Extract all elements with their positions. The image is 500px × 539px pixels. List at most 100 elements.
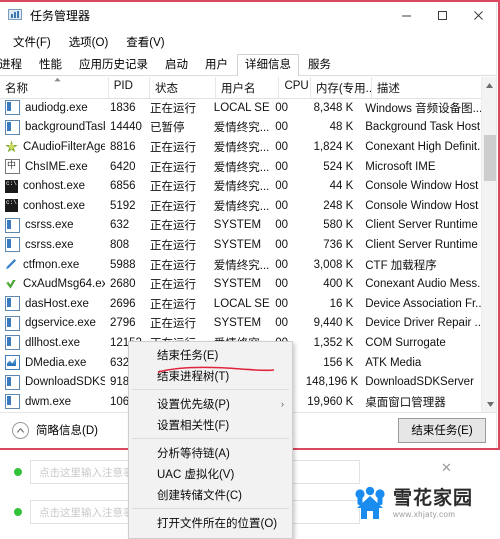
cell-memory: 524 K	[323, 160, 354, 173]
cell-status: 正在运行	[150, 259, 196, 272]
table-row[interactable]: dasHost.exe 2696 正在运行 LOCAL SE... 00 16 K Devi…	[0, 294, 481, 314]
column-header-cpu[interactable]: CPU	[279, 77, 311, 98]
cell-status: 正在运行	[150, 220, 196, 233]
cell-pid: 2796	[109, 317, 136, 330]
context-menu-item[interactable]: 在线搜索(N)	[129, 533, 292, 538]
context-menu-item[interactable]: 分析等待链(A)	[129, 442, 292, 463]
cell-cpu: 00	[275, 278, 289, 291]
cell-name: dwm.exe	[0, 394, 105, 410]
column-header-pid[interactable]: PID	[109, 77, 150, 98]
cell-name: CAudioFilterAgent...	[0, 140, 105, 153]
minimize-button[interactable]	[388, 0, 424, 31]
cell-name: dllhost.exe	[0, 335, 105, 351]
cell-description: Background Task Host	[365, 121, 481, 134]
column-header-desc[interactable]: 描述	[372, 77, 496, 98]
context-menu-item[interactable]: UAC 虚拟化(V)	[129, 463, 292, 484]
cell-name: conhost.exe	[0, 199, 105, 213]
column-header-status[interactable]: 状态	[150, 77, 216, 98]
app-icon-media	[5, 355, 20, 371]
table-row[interactable]: backgroundTaskH... 14440 已暂停 爱情终究... 00 48 K B…	[0, 118, 481, 138]
maximize-button[interactable]	[424, 0, 460, 31]
process-name: csrss.exe	[25, 219, 74, 232]
tab-4[interactable]: 用户	[197, 54, 236, 76]
process-name: dllhost.exe	[25, 336, 80, 349]
end-task-button[interactable]: 结束任务(E)	[398, 417, 486, 443]
process-name: CAudioFilterAgent...	[23, 140, 105, 153]
cell-status: 正在运行	[150, 298, 196, 311]
cell-pid: 808	[109, 238, 130, 251]
table-row[interactable]: CxAudMsg64.exe 2680 正在运行 SYSTEM 00 400 K Conex…	[0, 274, 481, 294]
context-menu-item-label: 结束进程树(T)	[157, 370, 230, 383]
column-header-user[interactable]: 用户名	[216, 77, 280, 98]
menu-options[interactable]: 选项(O)	[60, 32, 118, 52]
table-row[interactable]: csrss.exe 632 正在运行 SYSTEM 00 580 K Client Serv…	[0, 216, 481, 236]
context-menu-item[interactable]: 设置优先级(P) ›	[129, 393, 292, 414]
table-row[interactable]: audiodg.exe 1836 正在运行 LOCAL SE... 00 8,348 K W…	[0, 98, 481, 118]
table-row[interactable]: ctfmon.exe 5988 正在运行 爱情终究... 00 3,008 K CTF 加载…	[0, 255, 481, 275]
cell-name: conhost.exe	[0, 179, 105, 193]
app-icon-cmd	[5, 179, 18, 193]
table-row[interactable]: conhost.exe 6856 正在运行 爱情终究... 00 44 K Console …	[0, 176, 481, 196]
watermark-title: 雪花家园	[393, 488, 474, 509]
tab-3[interactable]: 启动	[157, 54, 196, 76]
cell-name: csrss.exe	[0, 217, 105, 233]
cell-memory: 400 K	[323, 278, 354, 291]
table-row[interactable]: csrss.exe 808 正在运行 SYSTEM 00 736 K Client Serv…	[0, 235, 481, 255]
cell-description: COM Surrogate	[365, 336, 446, 349]
vertical-scrollbar[interactable]	[481, 77, 496, 412]
cell-memory: 8,348 K	[313, 101, 354, 114]
window-controls	[388, 0, 496, 31]
tab-strip: 进程 性能 应用历史记录 启动 用户 详细信息 服务	[0, 53, 496, 77]
column-header-mem[interactable]: 内存(专用...	[311, 77, 372, 98]
status-dot-icon	[14, 508, 22, 516]
cell-memory: 9,440 K	[313, 317, 354, 330]
close-icon[interactable]: ✕	[441, 460, 452, 476]
context-menu-item[interactable]: 创建转储文件(C)	[129, 484, 292, 505]
cell-name: DownloadSDKServ...	[0, 374, 105, 390]
cell-pid: 5988	[109, 258, 136, 271]
app-icon-ime	[5, 159, 20, 175]
process-name: audiodg.exe	[25, 101, 88, 114]
app-icon-window	[5, 100, 20, 116]
fewer-details-toggle[interactable]: 简略信息(D)	[12, 421, 98, 439]
context-menu-item-label: 打开文件所在的位置(O)	[157, 517, 278, 530]
close-button[interactable]	[460, 0, 496, 31]
cell-pid: 1836	[109, 101, 136, 114]
scrollbar-thumb[interactable]	[484, 135, 496, 181]
cell-user: 爱情终究...	[213, 259, 270, 272]
scroll-down-arrow-icon[interactable]	[482, 396, 496, 412]
cell-cpu: 00	[275, 238, 289, 251]
cell-name: ctfmon.exe	[0, 258, 105, 271]
cell-memory: 19,960 K	[307, 395, 354, 408]
column-header-name[interactable]: 名称	[0, 77, 109, 98]
table-row[interactable]: ChsIME.exe 6420 正在运行 爱情终究... 00 524 K Microsof…	[0, 157, 481, 177]
tab-2[interactable]: 应用历史记录	[71, 54, 156, 76]
cell-description: Conexant Audio Mess...	[365, 278, 481, 291]
tab-1[interactable]: 性能	[31, 54, 70, 76]
process-name: dasHost.exe	[25, 297, 89, 310]
note-input-placeholder: 点击这里输入注意事...	[39, 506, 143, 519]
cell-cpu: 00	[275, 101, 289, 114]
app-icon-window	[5, 296, 20, 312]
cell-user: 爱情终究...	[213, 141, 270, 154]
tab-0[interactable]: 进程	[0, 54, 30, 76]
context-menu-item[interactable]: 结束进程树(T)	[129, 365, 292, 386]
table-row[interactable]: conhost.exe 5192 正在运行 爱情终究... 00 248 K Console…	[0, 196, 481, 216]
menu-view[interactable]: 查看(V)	[117, 32, 173, 52]
tab-6[interactable]: 服务	[300, 54, 339, 76]
table-row[interactable]: dgservice.exe 2796 正在运行 SYSTEM 00 9,440 K Devi…	[0, 314, 481, 334]
cell-status: 正在运行	[150, 239, 196, 252]
cell-cpu: 00	[275, 258, 289, 271]
scroll-up-arrow-icon[interactable]	[482, 77, 496, 93]
tab-5[interactable]: 详细信息	[237, 54, 299, 77]
process-name: ctfmon.exe	[23, 258, 80, 271]
column-header-label: 内存(专用...	[315, 83, 372, 95]
cell-status: 正在运行	[150, 279, 196, 292]
context-menu-item[interactable]: 设置相关性(F)	[129, 414, 292, 435]
menu-file[interactable]: 文件(F)	[4, 32, 60, 52]
context-menu-item[interactable]: 结束任务(E)	[129, 344, 292, 365]
table-row[interactable]: CAudioFilterAgent... 8816 正在运行 爱情终究... 00 1,8…	[0, 137, 481, 157]
submenu-arrow-icon: ›	[281, 398, 284, 409]
context-menu-item[interactable]: 打开文件所在的位置(O)	[129, 512, 292, 533]
cell-description: Microsoft IME	[365, 160, 436, 173]
